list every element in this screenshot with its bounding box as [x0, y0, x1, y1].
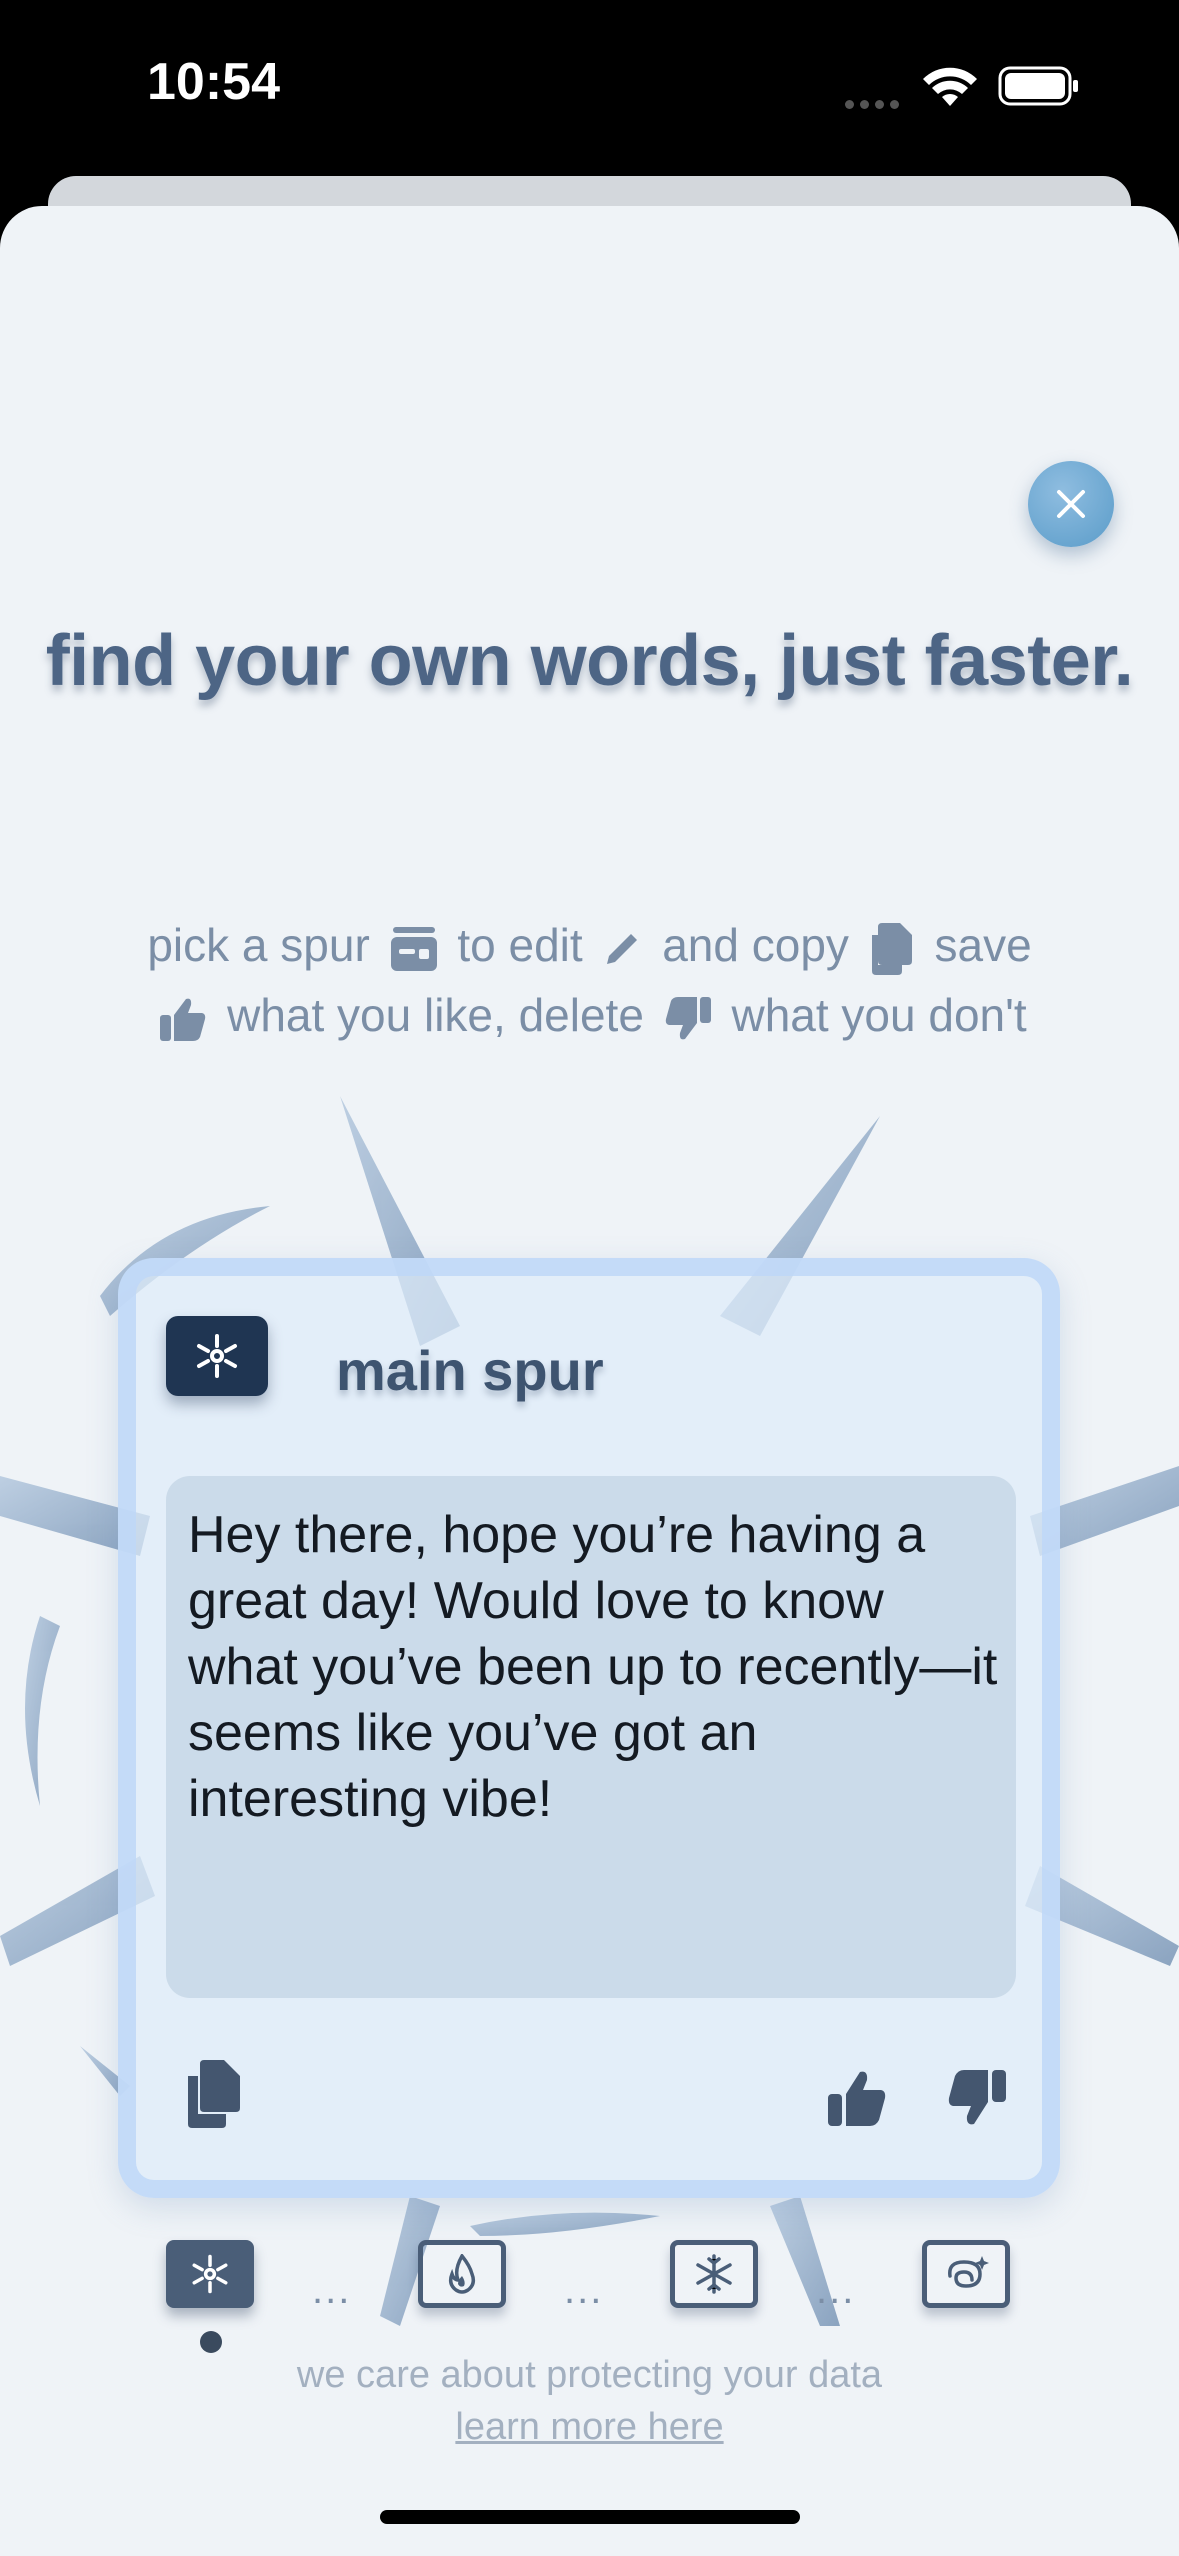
card-title: main spur	[336, 1339, 604, 1402]
close-icon	[1057, 490, 1085, 518]
status-time: 10:54	[147, 53, 280, 111]
learn-more-link[interactable]: learn more here	[0, 2406, 1179, 2449]
wifi-icon	[923, 67, 977, 106]
spur-option-snowflake[interactable]	[670, 2240, 758, 2308]
copy-button[interactable]	[182, 2058, 246, 2130]
cellular-signal-icon	[845, 96, 905, 109]
instructions-line-2: what you like, delete what you don't	[0, 988, 1179, 1043]
close-button[interactable]	[1028, 461, 1114, 547]
thumbs-down-button[interactable]	[946, 2068, 1008, 2128]
thumbs-up-button[interactable]	[826, 2068, 888, 2128]
instruction-to-edit: to edit	[457, 919, 583, 971]
selected-indicator-dot	[200, 2331, 222, 2353]
asterisk-icon	[197, 1334, 237, 1378]
spur-option-sparkle[interactable]	[922, 2240, 1010, 2308]
snowflake-icon	[696, 2254, 732, 2294]
thumbs-up-icon	[160, 998, 206, 1041]
pencil-icon	[607, 933, 638, 964]
instruction-what-you-like: what you like, delete	[227, 989, 644, 1041]
battery-icon	[998, 66, 1078, 106]
home-indicator[interactable]	[380, 2510, 800, 2524]
selector-dots: ...	[312, 2268, 352, 2312]
message-textarea[interactable]: Hey there, hope you’re having a great da…	[166, 1476, 1016, 1998]
message-text[interactable]: Hey there, hope you’re having a great da…	[188, 1502, 998, 1832]
sparkle-loop-icon	[948, 2256, 989, 2288]
privacy-text: we care about protecting your data	[296, 2354, 883, 2396]
main-spur-icon	[166, 1316, 268, 1396]
onboarding-sheet: find your own words, just faster. pick a…	[0, 206, 1179, 2556]
instructions-line-1: pick a spur to edit and copy save	[0, 918, 1179, 977]
snowflake-asterisk-icon	[192, 2254, 228, 2294]
spur-option-flame[interactable]	[418, 2240, 506, 2308]
spur-card[interactable]: main spur Hey there, hope you’re having …	[118, 1258, 1060, 2198]
selector-dots: ...	[564, 2268, 604, 2312]
instruction-what-you-dont: what you don't	[731, 989, 1027, 1041]
spur-option-main[interactable]	[166, 2240, 254, 2308]
headline: find your own words, just faster.	[45, 621, 1134, 701]
flame-icon	[448, 2254, 476, 2294]
spur-selector: ... ... ...	[0, 2240, 1179, 2360]
instruction-and-copy: and copy	[662, 919, 849, 971]
selector-dots: ...	[816, 2268, 856, 2312]
spur-card-icon	[390, 926, 437, 971]
thumbs-down-icon	[665, 996, 711, 1040]
instruction-pick: pick a spur	[147, 919, 370, 971]
instruction-save: save	[934, 919, 1032, 971]
status-bar: 10:54	[0, 0, 1179, 170]
copy-icon	[871, 922, 912, 975]
